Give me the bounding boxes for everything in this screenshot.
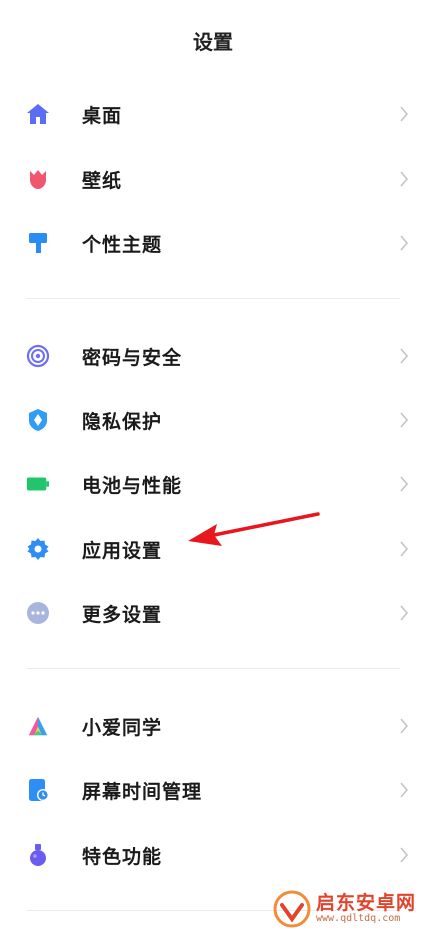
- annotation-arrow: [188, 512, 320, 546]
- watermark: 启东安卓网 www.qdltdq.com: [272, 888, 422, 930]
- watermark-logo-icon: [273, 890, 311, 928]
- watermark-title: 启东安卓网: [316, 891, 417, 914]
- watermark-url: www.qdltdq.com: [316, 912, 401, 924]
